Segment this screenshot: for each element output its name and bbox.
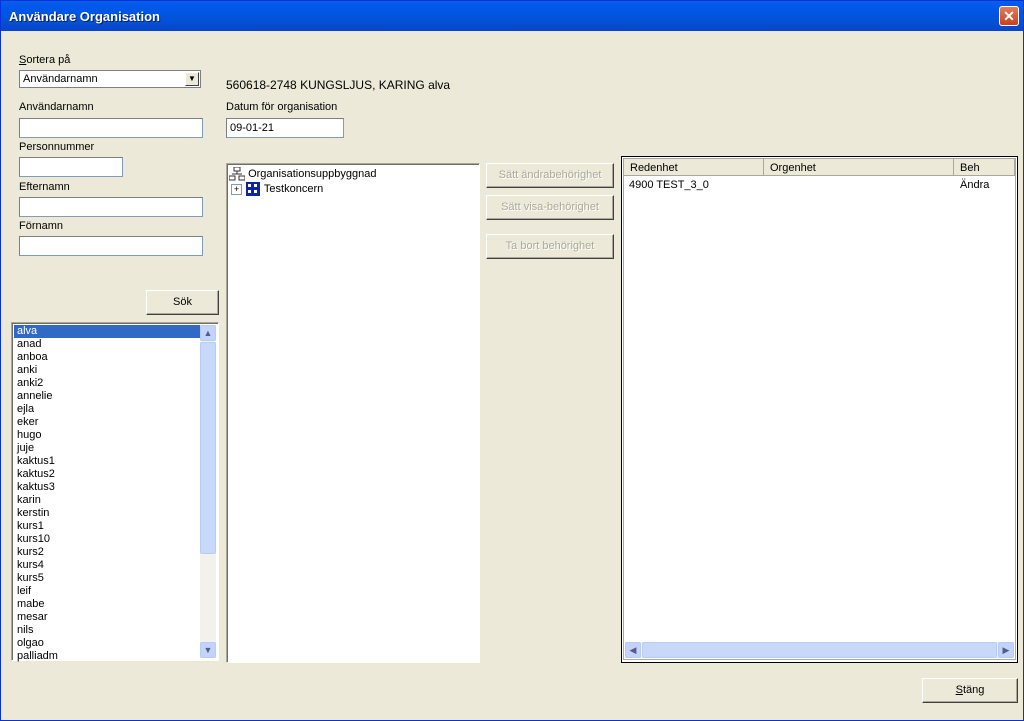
list-item[interactable]: kaktus2: [14, 468, 200, 481]
list-item[interactable]: kaktus1: [14, 455, 200, 468]
user-info-text: 560618-2748 KUNGSLJUS, KARING alva: [226, 78, 451, 92]
remove-permission-button[interactable]: Ta bort behörighet: [486, 234, 614, 259]
user-list-items: alva anad anboa anki anki2 annelie ejla eker hug…: [14, 325, 200, 663]
list-item[interactable]: kerstin: [14, 507, 200, 520]
tree-root-label: Organisationsuppbyggnad: [248, 167, 377, 180]
tree-child-label: Testkoncern: [263, 182, 324, 195]
personnummer-label: Personnummer: [19, 141, 95, 153]
list-item[interactable]: hugo: [14, 429, 200, 442]
list-item[interactable]: ejla: [14, 403, 200, 416]
cell-redenhet: 4900 TEST_3_0: [629, 179, 709, 191]
hscroll-thumb[interactable]: [642, 642, 997, 658]
list-item[interactable]: alva: [14, 325, 200, 338]
window-title: Användare Organisation: [9, 9, 160, 24]
list-item[interactable]: anad: [14, 338, 200, 351]
scroll-thumb[interactable]: [200, 342, 216, 554]
username-label: Användarnamn: [19, 101, 94, 113]
title-bar[interactable]: Användare Organisation ✕: [1, 1, 1023, 31]
sort-label-rest: ortera på: [26, 54, 71, 66]
sort-label: Sortera på: [19, 54, 71, 66]
list-item[interactable]: karin: [14, 494, 200, 507]
date-input[interactable]: 09-01-21: [226, 118, 344, 138]
organisation-tree[interactable]: Organisationsuppbyggnad + Testkoncern: [226, 163, 480, 663]
fornamn-label: Förnamn: [19, 220, 64, 232]
scroll-up-icon[interactable]: ▲: [200, 325, 216, 341]
scroll-left-icon[interactable]: ◀: [625, 642, 641, 658]
list-item[interactable]: annelie: [14, 390, 200, 403]
efternamn-label: Efternamn: [19, 181, 70, 193]
column-header-orgenhet[interactable]: Orgenhet: [764, 159, 954, 176]
list-item[interactable]: kurs10: [14, 533, 200, 546]
expand-icon[interactable]: +: [231, 183, 242, 195]
set-change-permission-button[interactable]: Sätt ändrabehörighet: [486, 163, 614, 188]
close-button[interactable]: Stäng: [922, 678, 1018, 703]
list-item[interactable]: kurs2: [14, 546, 200, 559]
list-item[interactable]: kurs5: [14, 572, 200, 585]
close-window-button[interactable]: ✕: [999, 6, 1019, 26]
set-view-permission-button[interactable]: Sätt visa-behörighet: [486, 195, 614, 220]
scroll-right-icon[interactable]: ▶: [998, 642, 1014, 658]
scroll-down-icon[interactable]: ▼: [200, 642, 216, 658]
list-item[interactable]: olgao: [14, 637, 200, 650]
user-list-scrollbar[interactable]: ▲ ▼: [200, 325, 216, 658]
permissions-table[interactable]: Redenhet Orgenhet Beh 4900 TEST_3_0 Ändr…: [621, 156, 1018, 663]
list-item[interactable]: juje: [14, 442, 200, 455]
cell-beh: Ändra: [960, 179, 990, 191]
tree-child-node[interactable]: + Testkoncern: [231, 182, 323, 196]
sort-select[interactable]: Användarnamn ▼: [19, 70, 201, 88]
list-item[interactable]: palliadm: [14, 650, 200, 663]
list-item[interactable]: anki2: [14, 377, 200, 390]
user-list[interactable]: alva anad anboa anki anki2 annelie ejla eker hug…: [11, 322, 219, 663]
list-item[interactable]: anki: [14, 364, 200, 377]
sort-select-value: Användarnamn: [23, 73, 98, 85]
list-item[interactable]: mabe: [14, 598, 200, 611]
close-icon: ✕: [1003, 8, 1015, 24]
list-item[interactable]: mesar: [14, 611, 200, 624]
list-item[interactable]: kaktus3: [14, 481, 200, 494]
list-item[interactable]: eker: [14, 416, 200, 429]
column-header-redenhet[interactable]: Redenhet: [624, 159, 764, 176]
table-row[interactable]: 4900 TEST_3_0 Ändra: [624, 177, 1015, 191]
org-chart-icon: [229, 167, 245, 181]
chevron-down-icon[interactable]: ▼: [185, 72, 199, 86]
close-button-rest: täng: [962, 684, 985, 696]
column-header-beh[interactable]: Beh: [954, 159, 1015, 176]
list-item[interactable]: nils: [14, 624, 200, 637]
personnummer-input[interactable]: [19, 157, 123, 177]
fornamn-input[interactable]: [19, 236, 203, 256]
list-item[interactable]: leif: [14, 585, 200, 598]
search-button[interactable]: Sök: [146, 290, 219, 315]
date-label: Datum för organisation: [226, 101, 338, 113]
list-item[interactable]: anboa: [14, 351, 200, 364]
efternamn-input[interactable]: [19, 197, 203, 217]
dialog-window: Användare Organisation ✕ Sortera på Anvä…: [0, 0, 1024, 721]
username-input[interactable]: [19, 118, 203, 138]
table-hscrollbar[interactable]: ◀ ▶: [625, 642, 1014, 658]
company-icon: [246, 182, 261, 196]
list-item[interactable]: kurs1: [14, 520, 200, 533]
tree-root-node[interactable]: Organisationsuppbyggnad: [229, 167, 377, 181]
list-item[interactable]: kurs4: [14, 559, 200, 572]
